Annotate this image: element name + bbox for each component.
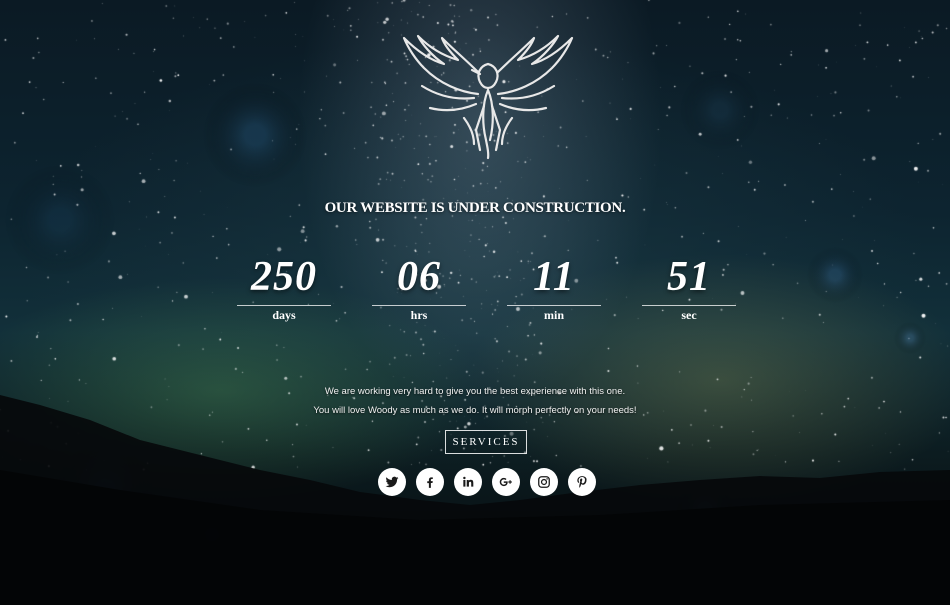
countdown-seconds-value: 51 [667, 254, 711, 300]
facebook-link[interactable] [416, 468, 444, 496]
countdown-days-value: 250 [251, 254, 317, 300]
countdown-hours-value: 06 [397, 254, 441, 300]
countdown-days-label: days [272, 308, 296, 322]
instagram-link[interactable] [530, 468, 558, 496]
countdown-divider [237, 305, 331, 306]
google-plus-link[interactable] [492, 468, 520, 496]
page-title: OUR WEBSITE IS UNDER CONSTRUCTION. [324, 200, 626, 216]
countdown-divider [372, 305, 466, 306]
countdown-divider [507, 305, 601, 306]
linkedin-link[interactable] [454, 468, 482, 496]
pinterest-link[interactable] [568, 468, 596, 496]
message-line-1: We are working very hard to give you the… [324, 386, 626, 397]
phoenix-logo-icon [402, 34, 574, 160]
countdown-seconds-label: sec [681, 308, 697, 322]
countdown-minutes-value: 11 [533, 254, 575, 300]
under-construction-page: OUR WEBSITE IS UNDER CONSTRUCTION. 250 d… [0, 0, 950, 605]
countdown-hours-label: hrs [410, 308, 428, 322]
countdown-days: 250 days [237, 252, 331, 323]
countdown-divider [642, 305, 736, 306]
services-button[interactable]: SERVICES [445, 430, 527, 454]
countdown-minutes: 11 min [507, 252, 601, 323]
twitter-icon [385, 476, 399, 488]
countdown-hours: 06 hrs [372, 252, 466, 323]
google-plus-icon [499, 477, 512, 487]
countdown-timer: 250 days 06 hrs 11 min 51 sec [237, 252, 737, 332]
countdown-seconds: 51 sec [642, 252, 736, 323]
facebook-icon [427, 477, 433, 488]
twitter-link[interactable] [378, 468, 406, 496]
instagram-icon [538, 476, 550, 488]
pinterest-icon [577, 476, 587, 488]
linkedin-icon [463, 476, 474, 487]
social-links [378, 468, 598, 496]
message-line-2: You will love Woody as much as we do. It… [313, 405, 637, 416]
countdown-minutes-label: min [543, 308, 564, 322]
